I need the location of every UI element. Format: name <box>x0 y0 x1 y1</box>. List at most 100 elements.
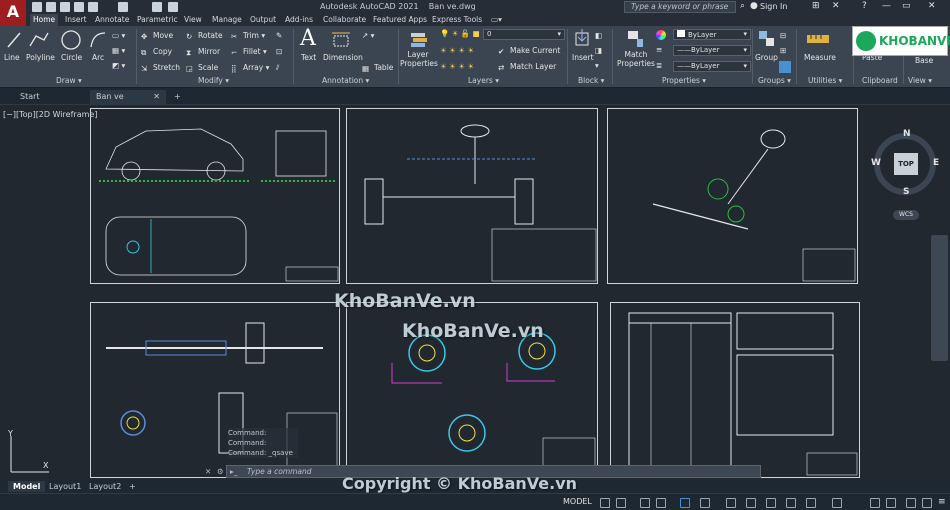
color-wheel-icon[interactable] <box>656 30 666 40</box>
workspace-icon[interactable] <box>870 498 880 508</box>
exchange-icon[interactable]: ✕ <box>832 1 840 11</box>
tab-annotate[interactable]: Annotate <box>92 14 132 26</box>
lineweight-icon[interactable]: ≣ <box>656 61 662 70</box>
command-wrench-icon[interactable]: ⚙ <box>217 466 224 477</box>
linetype-icon[interactable]: ≡ <box>656 45 662 54</box>
viewcube-top-face[interactable]: TOP <box>894 153 918 175</box>
arc-icon[interactable] <box>88 30 108 50</box>
snap-icon[interactable] <box>616 498 626 508</box>
trim-button[interactable]: ✂ Trim ▾ <box>231 31 265 41</box>
tab-home[interactable]: Home <box>30 14 59 26</box>
edit-block-icon[interactable]: ◨ <box>595 46 602 55</box>
tab-featured-apps[interactable]: Featured Apps <box>370 14 430 26</box>
mirror-button[interactable]: ⧗ Mirror <box>186 47 220 57</box>
tab-view[interactable]: View <box>181 14 205 26</box>
polyline-icon[interactable] <box>28 30 50 50</box>
line-button[interactable]: Line <box>4 53 20 62</box>
scale-button[interactable]: ◲ Scale <box>186 63 218 73</box>
group-edit-icon[interactable]: ⊞ <box>780 46 786 55</box>
fullscreen-icon[interactable] <box>922 498 932 508</box>
move-button[interactable]: ✥ Move <box>141 31 173 41</box>
undo-icon[interactable] <box>152 2 162 12</box>
help-icon[interactable]: ? <box>862 1 867 11</box>
otrack-icon[interactable] <box>700 498 710 508</box>
utilities-panel-title[interactable]: Utilities ▾ <box>808 76 842 85</box>
rotate-button[interactable]: ↻ Rotate <box>186 31 223 41</box>
ungroup-icon[interactable]: ⊟ <box>780 31 786 40</box>
explode-icon[interactable]: ⊡ <box>276 47 282 56</box>
tab-insert[interactable]: Insert <box>62 14 90 26</box>
layer-dropdown[interactable]: 0 ▾ <box>483 29 565 40</box>
viewport-controls[interactable]: [−][Top][2D Wireframe] <box>3 110 97 119</box>
arc-button[interactable]: Arc <box>92 53 104 62</box>
compass-n[interactable]: N <box>903 129 911 139</box>
tab-layout2[interactable]: Layout2 <box>84 481 126 492</box>
view-panel-title[interactable]: View ▾ <box>908 76 932 85</box>
tab-layout1[interactable]: Layout1 <box>44 481 86 492</box>
draw-panel-title[interactable]: Draw ▾ <box>56 76 82 85</box>
group-button[interactable]: Group <box>755 53 778 62</box>
base-button[interactable]: Base <box>915 56 933 65</box>
groups-panel-title[interactable]: Groups ▾ <box>758 76 791 85</box>
wcs-dropdown[interactable]: WCS <box>893 210 919 220</box>
layer-state-icons[interactable]: 💡 ☀ 🔓 ■ <box>440 29 480 38</box>
compass-w[interactable]: W <box>871 158 881 168</box>
selection-cycling-icon[interactable] <box>766 498 776 508</box>
tab-add-ins[interactable]: Add-ins <box>282 14 316 26</box>
create-block-icon[interactable]: ◧ <box>595 31 602 40</box>
leader-icon[interactable]: ↗ ▾ <box>362 31 374 40</box>
properties-panel-title[interactable]: Properties ▾ <box>662 76 706 85</box>
modify-panel-title[interactable]: Modify ▾ <box>198 76 229 85</box>
match-properties-button[interactable]: Match Properties <box>616 50 656 68</box>
tab-model[interactable]: Model <box>8 481 46 492</box>
units-icon[interactable] <box>886 498 896 508</box>
share-icon[interactable] <box>118 2 128 12</box>
customization-icon[interactable]: ≡ <box>938 497 946 507</box>
ortho-icon[interactable] <box>640 498 650 508</box>
polyline-button[interactable]: Polyline <box>26 53 55 62</box>
ribbon-options-icon[interactable]: ▭▾ <box>488 14 505 26</box>
open-icon[interactable] <box>46 2 56 12</box>
new-icon[interactable] <box>32 2 42 12</box>
lineweight-toggle-icon[interactable] <box>726 498 736 508</box>
block-panel-title[interactable]: Block ▾ <box>578 76 604 85</box>
tab-collaborate[interactable]: Collaborate <box>320 14 369 26</box>
layer-properties-button[interactable]: Layer Properties <box>400 50 438 68</box>
dimension-button[interactable]: Dimension <box>323 53 363 62</box>
match-layer-button[interactable]: ⇄ Match Layer <box>498 62 556 72</box>
save-icon[interactable] <box>60 2 70 12</box>
osnap-icon[interactable] <box>680 498 690 508</box>
layer-tools-row3[interactable]: ☀ ☀ ☀ ☀ <box>440 62 474 71</box>
measure-icon[interactable] <box>806 32 830 46</box>
hatch-icon[interactable]: ▦ ▾ <box>112 46 125 55</box>
close-tab-icon[interactable]: ✕ <box>153 90 160 104</box>
autocad-logo-icon[interactable]: A <box>0 0 26 26</box>
line-icon[interactable] <box>6 30 22 50</box>
redo-icon[interactable] <box>168 2 178 12</box>
text-button[interactable]: Text <box>301 53 316 62</box>
group-icon[interactable] <box>757 29 777 49</box>
circle-button[interactable]: Circle <box>61 53 82 62</box>
dynamic-ucs-icon[interactable] <box>806 498 816 508</box>
isolate-objects-icon[interactable] <box>906 498 916 508</box>
copy-button[interactable]: ⧉ Copy <box>141 47 172 57</box>
search-input[interactable]: Type a keyword or phrase <box>624 1 736 13</box>
measure-button[interactable]: Measure <box>804 53 836 62</box>
stretch-button[interactable]: ⇲ Stretch <box>141 63 180 73</box>
insert-button[interactable]: Insert <box>572 53 594 62</box>
tab-start[interactable]: Start <box>14 90 84 104</box>
plot-icon[interactable] <box>88 2 98 12</box>
circle-icon[interactable] <box>60 29 82 51</box>
annotation-panel-title[interactable]: Annotation ▾ <box>322 76 369 85</box>
group-select-icon[interactable] <box>779 61 791 73</box>
close-button[interactable]: ✕ <box>928 1 936 11</box>
saveas-icon[interactable] <box>74 2 84 12</box>
tab-parametric[interactable]: Parametric <box>134 14 181 26</box>
offset-icon[interactable]: ⫽ <box>276 63 279 73</box>
transparency-icon[interactable] <box>746 498 756 508</box>
layer-tools-row2[interactable]: ☀ ☀ ☀ ☀ <box>440 46 474 55</box>
dimension-icon[interactable] <box>331 30 351 50</box>
sign-in-link[interactable]: Sign In <box>760 2 787 11</box>
compass-e[interactable]: E <box>933 158 939 168</box>
drawing-canvas[interactable]: [−][Top][2D Wireframe] Y X TOP N S E W W… <box>0 105 950 480</box>
